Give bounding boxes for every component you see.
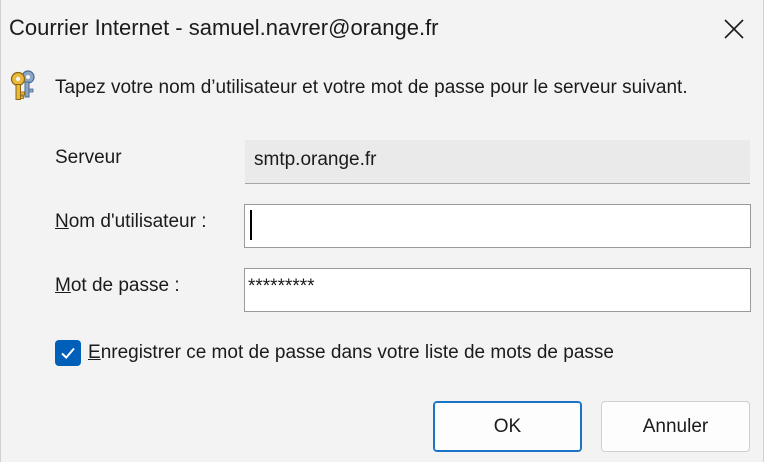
username-label-text: om d'utilisateur : [68, 211, 207, 232]
prompt-text: Tapez votre nom d’utilisateur et votre m… [55, 77, 688, 98]
window-title: Courrier Internet - samuel.navrer@orange… [9, 15, 439, 40]
remember-label-access-key: E [88, 342, 101, 363]
password-label: Mot de passe : [55, 275, 180, 297]
checkmark-icon [61, 347, 75, 359]
login-dialog: Courrier Internet - samuel.navrer@orange… [0, 0, 764, 462]
keys-icon [10, 70, 35, 100]
username-label-access-key: N [55, 211, 69, 232]
remember-password-checkbox[interactable] [55, 340, 81, 366]
remember-password-label[interactable]: Enregistrer ce mot de passe dans votre l… [88, 342, 614, 364]
text-caret [250, 210, 252, 240]
password-input[interactable] [244, 268, 751, 312]
server-value: smtp.orange.fr [245, 140, 750, 184]
password-label-access-key: M [55, 275, 71, 296]
ok-button[interactable]: OK [433, 401, 582, 452]
close-button[interactable] [705, 0, 763, 58]
username-label: Nom d'utilisateur : [55, 211, 206, 233]
username-input[interactable] [244, 204, 751, 248]
remember-label-text: nregistrer ce mot de passe dans votre li… [100, 342, 614, 363]
password-label-text: ot de passe : [70, 275, 180, 296]
title-bar[interactable]: Courrier Internet - samuel.navrer@orange… [1, 0, 763, 58]
cancel-button[interactable]: Annuler [601, 401, 750, 452]
server-label: Serveur [55, 147, 122, 168]
close-x-icon [724, 19, 744, 39]
